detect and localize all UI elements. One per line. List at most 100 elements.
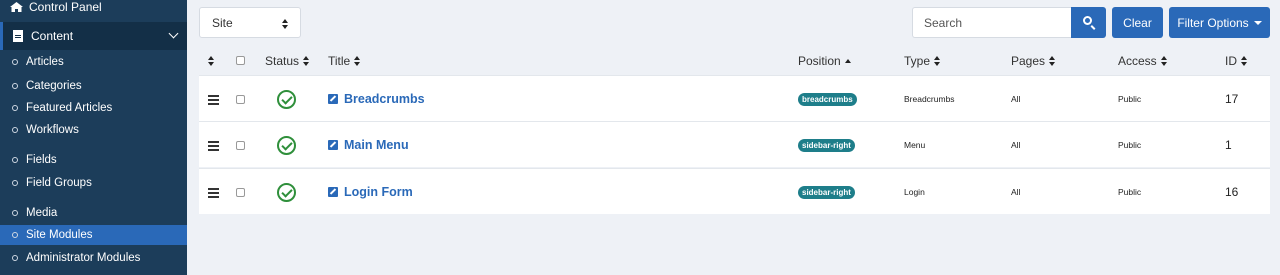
published-check-icon	[277, 89, 296, 109]
edit-icon	[328, 94, 338, 104]
filter-options-button[interactable]: Filter Options	[1169, 7, 1270, 38]
column-position[interactable]: Position	[798, 46, 851, 75]
access-cell: Public	[1118, 94, 1142, 104]
sidebar-item-label: Field Groups	[26, 177, 92, 189]
access-cell: Public	[1118, 140, 1142, 150]
sort-icon	[354, 55, 361, 66]
column-title[interactable]: Title	[328, 46, 361, 75]
sidebar-item-articles[interactable]: Articles	[0, 52, 187, 72]
checkbox[interactable]	[236, 187, 245, 197]
status-toggle[interactable]	[277, 169, 296, 215]
search-placeholder: Search	[924, 15, 963, 30]
position-badge: sidebar-right	[798, 138, 855, 152]
circle-icon	[12, 255, 18, 261]
sidebar-item-site-modules[interactable]: Site Modules	[0, 225, 187, 245]
type-cell: Login	[904, 187, 925, 197]
sidebar-item-label: Administrator Modules	[26, 252, 141, 264]
circle-icon	[12, 210, 18, 216]
circle-icon	[12, 127, 18, 133]
sort-icon	[303, 55, 310, 66]
sidebar-item-label: Categories	[26, 80, 82, 92]
sidebar-item-workflows[interactable]: Workflows	[0, 120, 187, 140]
sort-icon	[1049, 55, 1056, 66]
caret-down-icon	[1253, 20, 1262, 25]
circle-icon	[12, 83, 18, 89]
checkbox[interactable]	[236, 94, 245, 104]
sort-icon	[1160, 55, 1168, 66]
id-cell: 16	[1225, 185, 1239, 199]
row-select[interactable]	[236, 76, 245, 122]
sidebar-item-featured-articles[interactable]: Featured Articles	[0, 98, 187, 118]
sidebar-item-administrator-modules[interactable]: Administrator Modules	[0, 248, 187, 268]
module-title-link[interactable]: Main Menu	[328, 138, 409, 152]
position-cell: sidebar-right	[798, 169, 855, 215]
sidebar-content-menu[interactable]: Content	[0, 22, 187, 50]
row-select[interactable]	[236, 169, 245, 215]
sidebar-item-label: Articles	[26, 56, 64, 68]
checkbox[interactable]	[236, 56, 245, 65]
published-check-icon	[277, 182, 296, 202]
search-input[interactable]: Search	[912, 7, 1071, 38]
chevron-down-icon	[168, 28, 179, 39]
search-button[interactable]	[1071, 7, 1106, 38]
title-cell: Main Menu	[328, 122, 409, 168]
module-title-link[interactable]: Login Form	[328, 185, 413, 199]
column-pages-label: Pages	[1011, 53, 1046, 68]
column-type[interactable]: Type	[904, 46, 941, 75]
sidebar-item-label: Site Modules	[26, 229, 93, 241]
sort-icon	[208, 55, 215, 66]
client-select-value: Site	[212, 15, 233, 30]
column-access[interactable]: Access	[1118, 46, 1168, 75]
sidebar-item-label: Featured Articles	[26, 102, 113, 114]
pages-cell: All	[1011, 187, 1021, 197]
sort-icon	[282, 19, 289, 29]
drag-handle[interactable]	[208, 169, 219, 215]
sidebar-item-field-groups[interactable]: Field Groups	[0, 173, 187, 193]
module-title-link[interactable]: Breadcrumbs	[328, 92, 425, 106]
column-title-label: Title	[328, 53, 351, 68]
drag-handle[interactable]	[208, 122, 219, 168]
circle-icon	[12, 59, 18, 65]
document-icon	[13, 30, 23, 42]
sort-icon	[934, 55, 941, 66]
status-toggle[interactable]	[277, 122, 296, 168]
module-title: Login Form	[344, 185, 413, 199]
pages-cell: All	[1011, 140, 1021, 150]
sidebar-item-fields[interactable]: Fields	[0, 150, 187, 170]
edit-icon	[328, 140, 338, 150]
title-cell: Login Form	[328, 169, 413, 215]
ordering-sort[interactable]	[208, 46, 215, 75]
position-badge: breadcrumbs	[798, 92, 857, 106]
sidebar-item-label: Workflows	[26, 124, 79, 136]
sidebar-item-label: Fields	[26, 154, 57, 166]
circle-icon	[12, 157, 18, 163]
clear-button[interactable]: Clear	[1112, 7, 1163, 38]
table-row: Breadcrumbs breadcrumbs Breadcrumbs All …	[199, 75, 1270, 121]
edit-icon	[328, 187, 338, 197]
id-cell: 17	[1225, 92, 1239, 106]
row-select[interactable]	[236, 122, 245, 168]
title-cell: Breadcrumbs	[328, 76, 425, 122]
check-all[interactable]	[236, 46, 245, 75]
sidebar-item-categories[interactable]: Categories	[0, 76, 187, 96]
column-type-label: Type	[904, 53, 931, 68]
client-select[interactable]: Site	[199, 7, 301, 38]
table-row: Login Form sidebar-right Login All Publi…	[199, 168, 1270, 214]
checkbox[interactable]	[236, 140, 245, 150]
drag-handle-icon	[208, 140, 219, 151]
module-title: Main Menu	[344, 138, 409, 152]
sidebar-control-panel-label: Control Panel	[29, 0, 102, 14]
sidebar-control-panel[interactable]: Control Panel	[0, 0, 187, 14]
column-pages[interactable]: Pages	[1011, 46, 1056, 75]
column-id-label: ID	[1225, 53, 1237, 68]
column-id[interactable]: ID	[1225, 46, 1248, 75]
search-icon	[1083, 16, 1092, 25]
drag-handle-icon	[208, 94, 219, 105]
column-status[interactable]: Status	[265, 46, 310, 75]
column-status-label: Status	[265, 53, 300, 68]
clear-button-label: Clear	[1123, 15, 1152, 30]
drag-handle[interactable]	[208, 76, 219, 122]
status-toggle[interactable]	[277, 76, 296, 122]
sidebar-item-media[interactable]: Media	[0, 203, 187, 223]
sidebar-content-label: Content	[31, 29, 74, 43]
